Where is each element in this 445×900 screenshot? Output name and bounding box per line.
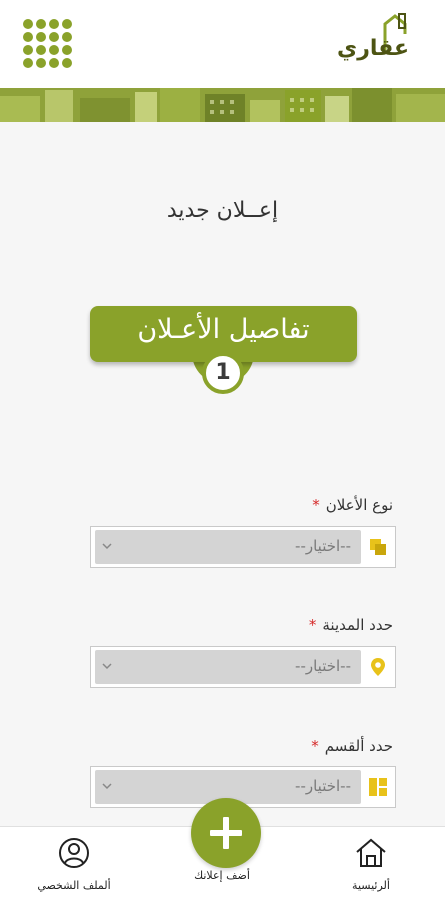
section-label-text: حدد ألقسم [324, 737, 393, 755]
location-pin-icon [371, 658, 385, 676]
city-select[interactable]: --اختيار-- [90, 646, 396, 688]
chevron-down-icon [102, 543, 112, 550]
step-number: 1 [215, 360, 231, 385]
app-logo[interactable]: عقاري [337, 12, 415, 74]
nav-profile[interactable]: ألملف الشخصي [19, 837, 129, 892]
chevron-down-icon [102, 783, 112, 790]
ad-type-label-text: نوع الأعلان [325, 496, 393, 514]
required-mark: * [312, 496, 320, 514]
city-label: حدد المدينة * [309, 616, 393, 634]
nav-add-label: أضف إعلانك [194, 869, 250, 882]
home-icon [356, 838, 386, 867]
ad-type-select-value: --اختيار-- [295, 537, 351, 555]
city-select-box: --اختيار-- [95, 650, 361, 684]
category-icon [370, 539, 386, 555]
nav-home-label: ألرئيسية [352, 879, 390, 892]
city-select-value: --اختيار-- [295, 657, 351, 675]
ad-type-select-box: --اختيار-- [95, 530, 361, 564]
required-mark: * [308, 616, 317, 634]
top-bar: عقاري [0, 0, 445, 90]
page-title: إعــلان جديد [166, 198, 279, 223]
required-mark: * [311, 737, 319, 755]
chevron-down-icon [102, 663, 112, 670]
logo-text: عقاري [337, 36, 409, 61]
step-indicator: تفاصيل الأعـلان 1 [90, 306, 357, 398]
grid-menu-icon[interactable] [22, 18, 72, 68]
step-label: تفاصيل الأعـلان [137, 314, 310, 345]
city-label-text: حدد المدينة [322, 616, 393, 634]
section-label: حدد ألقسم * [311, 737, 393, 755]
plus-icon [210, 817, 242, 849]
header-banner [0, 88, 445, 122]
section-select-value: --اختيار-- [295, 777, 351, 795]
nav-profile-label: ألملف الشخصي [37, 879, 111, 892]
section-grid-icon [369, 778, 387, 796]
ad-type-select[interactable]: --اختيار-- [90, 526, 396, 568]
ad-type-label: نوع الأعلان * [312, 496, 393, 514]
nav-home[interactable]: ألرئيسية [316, 837, 426, 892]
step-number-badge: 1 [202, 352, 244, 394]
user-profile-icon [59, 838, 89, 868]
add-ad-button[interactable] [191, 798, 261, 868]
